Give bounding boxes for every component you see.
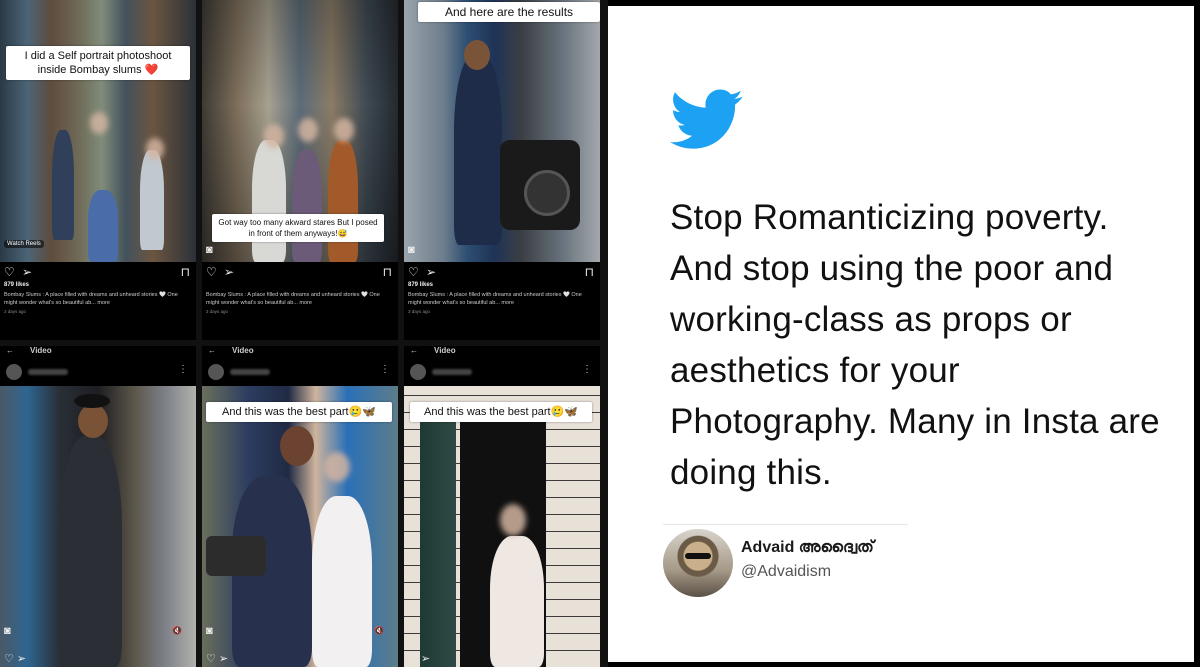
share-icon[interactable]: ➢	[426, 266, 436, 278]
more-icon[interactable]: ⋮	[380, 364, 390, 375]
avatar[interactable]	[663, 529, 733, 597]
post-description: Bombay Slums : A place filled with dream…	[206, 292, 380, 306]
post-photo: I did a Self portrait photoshoot inside …	[0, 0, 196, 262]
mute-icon[interactable]: 🔇	[172, 626, 182, 635]
tweet-text: Stop Romanticizing poverty. And stop usi…	[670, 198, 1160, 492]
divider	[663, 524, 908, 525]
heart-icon[interactable]: ♡	[206, 266, 217, 278]
back-arrow-icon[interactable]: ←	[410, 346, 418, 355]
post-caption: And this was the best part🥲🦋	[410, 402, 592, 422]
camera-icon[interactable]: ◙	[408, 244, 415, 256]
video-topbar: ← Video	[202, 346, 398, 358]
heart-icon[interactable]: ♡ ➢	[408, 652, 430, 665]
instagram-collage: I did a Self portrait photoshoot inside …	[0, 0, 608, 667]
back-arrow-icon[interactable]: ←	[208, 346, 216, 355]
video-topbar: ← Video	[0, 346, 196, 358]
post-caption: And this was the best part🥲🦋	[206, 402, 392, 422]
bookmark-icon[interactable]: ⊓	[585, 266, 594, 278]
video-title: Video	[434, 346, 456, 355]
video-title: Video	[30, 346, 52, 355]
camera-icon[interactable]: ◙	[4, 625, 11, 637]
post-date: 2 days ago	[4, 309, 27, 314]
video-frame: ◙ 🔇 ♡ ➢	[0, 386, 196, 667]
likes-count: 879 likes	[408, 282, 434, 288]
video-frame: And this was the best part🥲🦋 ◙ 🔇 ♡ ➢	[202, 386, 398, 667]
user-handle[interactable]: @Advaidism	[741, 563, 831, 581]
share-icon[interactable]: ➢	[22, 266, 32, 278]
post-photo: And here are the results ◙	[404, 0, 600, 262]
post-caption: I did a Self portrait photoshoot inside …	[6, 46, 190, 80]
video-frame: And this was the best part🥲🦋 ♡ ➢	[404, 386, 600, 667]
display-name[interactable]: Advaid അദ്വൈത്	[741, 539, 874, 557]
user-bar: ⋮	[202, 358, 398, 386]
post-info: ♡ ➢ ⊓ 879 likes Bombay Slums : A place f…	[0, 262, 196, 340]
username-blurred	[230, 369, 270, 375]
post-caption: Got way too many akward stares But I pos…	[212, 214, 384, 242]
post-info: ♡ ➢ ⊓ Bombay Slums : A place filled with…	[202, 262, 398, 340]
video-panel-4[interactable]: ← Video ⋮ ◙ 🔇 ♡ ➢	[0, 346, 196, 667]
video-topbar: ← Video	[404, 346, 600, 358]
back-arrow-icon[interactable]: ←	[6, 346, 14, 355]
post-date: 3 days ago	[408, 309, 431, 314]
heart-icon[interactable]: ♡ ➢	[206, 652, 228, 665]
twitter-bird-icon	[670, 89, 743, 149]
post-description: Bombay Slums : A place filled with dream…	[408, 292, 582, 306]
username-blurred	[28, 369, 68, 375]
post-panel-2[interactable]: Got way too many akward stares But I pos…	[202, 0, 398, 340]
post-caption: And here are the results	[418, 2, 600, 22]
user-bar: ⋮	[404, 358, 600, 386]
post-panel-1[interactable]: I did a Self portrait photoshoot inside …	[0, 0, 196, 340]
bookmark-icon[interactable]: ⊓	[383, 266, 392, 278]
video-panel-5[interactable]: ← Video ⋮ And this was the best part🥲🦋 ◙…	[202, 346, 398, 667]
post-panel-3[interactable]: And here are the results ◙ ♡ ➢ ⊓ 879 lik…	[404, 0, 600, 340]
username-blurred	[432, 369, 472, 375]
avatar[interactable]	[6, 364, 22, 380]
camera-icon[interactable]: ◙	[206, 625, 213, 637]
user-bar: ⋮	[0, 358, 196, 386]
post-description: Bombay Slums : A place filled with dream…	[4, 292, 178, 306]
video-panel-6[interactable]: ← Video ⋮ And this was the best part🥲🦋 ♡…	[404, 346, 600, 667]
post-info: ♡ ➢ ⊓ 879 likes Bombay Slums : A place f…	[404, 262, 600, 340]
share-icon[interactable]: ➢	[224, 266, 234, 278]
heart-icon[interactable]: ♡	[408, 266, 419, 278]
video-title: Video	[232, 346, 254, 355]
heart-icon[interactable]: ♡ ➢	[4, 652, 26, 665]
tweet-card: Stop Romanticizing poverty. And stop usi…	[608, 6, 1194, 662]
more-icon[interactable]: ⋮	[178, 364, 188, 375]
watch-reels-chip[interactable]: Watch Reels	[4, 240, 44, 248]
heart-icon[interactable]: ♡	[4, 266, 15, 278]
avatar[interactable]	[208, 364, 224, 380]
camera-icon[interactable]: ◙	[206, 244, 213, 256]
post-photo: Got way too many akward stares But I pos…	[202, 0, 398, 262]
avatar[interactable]	[410, 364, 426, 380]
likes-count: 879 likes	[4, 282, 30, 288]
post-date: 3 days ago	[206, 309, 229, 314]
more-icon[interactable]: ⋮	[582, 364, 592, 375]
bookmark-icon[interactable]: ⊓	[181, 266, 190, 278]
mute-icon[interactable]: 🔇	[374, 626, 384, 635]
